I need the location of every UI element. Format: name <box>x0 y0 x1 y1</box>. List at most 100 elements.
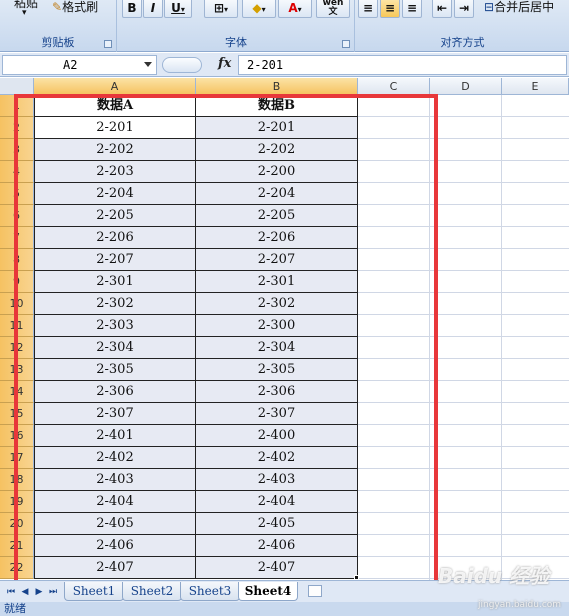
cell-b11[interactable]: 2-300 <box>196 315 358 337</box>
last-sheet-icon[interactable]: ⏭ <box>48 586 58 598</box>
cell-a18[interactable]: 2-403 <box>34 469 196 491</box>
cell-a13[interactable]: 2-305 <box>34 359 196 381</box>
cell-b9[interactable]: 2-301 <box>196 271 358 293</box>
merge-center-button[interactable]: ⊟合并后居中 <box>484 0 554 15</box>
cell-b18[interactable]: 2-403 <box>196 469 358 491</box>
cell-b22[interactable]: 2-407 <box>196 557 358 579</box>
cell-a3[interactable]: 2-202 <box>34 139 196 161</box>
cell-b12[interactable]: 2-304 <box>196 337 358 359</box>
formula-splitter[interactable] <box>162 57 202 73</box>
format-painter-button[interactable]: ✎格式刷 <box>52 0 98 15</box>
increase-indent-button[interactable]: ⇥ <box>454 0 474 18</box>
row-header-6[interactable]: 6 <box>0 205 34 227</box>
row-header-12[interactable]: 12 <box>0 337 34 359</box>
formula-input[interactable]: 2-201 <box>238 55 567 75</box>
cell-b6[interactable]: 2-205 <box>196 205 358 227</box>
row-header-14[interactable]: 14 <box>0 381 34 403</box>
cell-b7[interactable]: 2-206 <box>196 227 358 249</box>
cell-a9[interactable]: 2-301 <box>34 271 196 293</box>
insert-function-icon[interactable]: fx <box>218 56 231 71</box>
row-header-13[interactable]: 13 <box>0 359 34 381</box>
cell-b20[interactable]: 2-405 <box>196 513 358 535</box>
first-sheet-icon[interactable]: ⏮ <box>6 586 16 598</box>
row-header-18[interactable]: 18 <box>0 469 34 491</box>
row-header-21[interactable]: 21 <box>0 535 34 557</box>
sheet-tab-sheet2[interactable]: Sheet2 <box>122 582 182 601</box>
cell-a7[interactable]: 2-206 <box>34 227 196 249</box>
row-header-5[interactable]: 5 <box>0 183 34 205</box>
row-header-9[interactable]: 9 <box>0 271 34 293</box>
row-header-20[interactable]: 20 <box>0 513 34 535</box>
row-header-16[interactable]: 16 <box>0 425 34 447</box>
cell-a21[interactable]: 2-406 <box>34 535 196 557</box>
cell-a22[interactable]: 2-407 <box>34 557 196 579</box>
cell-b2[interactable]: 2-201 <box>196 117 358 139</box>
cell-a14[interactable]: 2-306 <box>34 381 196 403</box>
cell-a17[interactable]: 2-402 <box>34 447 196 469</box>
sheet-tab-sheet4[interactable]: Sheet4 <box>238 582 298 601</box>
cell-a4[interactable]: 2-203 <box>34 161 196 183</box>
bold-button[interactable]: B <box>122 0 142 18</box>
cell-a5[interactable]: 2-204 <box>34 183 196 205</box>
font-color-button[interactable]: A▾ <box>278 0 312 18</box>
column-header-d[interactable]: D <box>430 78 502 95</box>
cell-b8[interactable]: 2-207 <box>196 249 358 271</box>
row-header-7[interactable]: 7 <box>0 227 34 249</box>
cell-a19[interactable]: 2-404 <box>34 491 196 513</box>
cell-b4[interactable]: 2-200 <box>196 161 358 183</box>
insert-sheet-icon[interactable] <box>308 585 322 597</box>
row-header-19[interactable]: 19 <box>0 491 34 513</box>
align-left-button[interactable]: ≡ <box>358 0 378 18</box>
cell-b5[interactable]: 2-204 <box>196 183 358 205</box>
cell-a20[interactable]: 2-405 <box>34 513 196 535</box>
next-sheet-icon[interactable]: ▶ <box>34 586 44 598</box>
align-center-button[interactable]: ≡ <box>380 0 400 18</box>
cell-b15[interactable]: 2-307 <box>196 403 358 425</box>
cell-a10[interactable]: 2-302 <box>34 293 196 315</box>
align-right-button[interactable]: ≡ <box>402 0 422 18</box>
worksheet-grid[interactable]: A B C D E 1 数据A 数据B 2 2-201 2-201 3 2-202 2-202 4 2-203… <box>0 78 569 580</box>
header-cell-a[interactable]: 数据A <box>34 95 196 117</box>
cell-a16[interactable]: 2-401 <box>34 425 196 447</box>
column-header-a[interactable]: A <box>34 78 196 95</box>
cell-a6[interactable]: 2-205 <box>34 205 196 227</box>
select-all-corner[interactable] <box>0 78 34 95</box>
name-box[interactable]: A2 <box>2 55 157 75</box>
header-cell-b[interactable]: 数据B <box>196 95 358 117</box>
name-box-dropdown-icon[interactable] <box>144 62 152 67</box>
cell-b10[interactable]: 2-302 <box>196 293 358 315</box>
borders-button[interactable]: ⊞▾ <box>204 0 238 18</box>
phonetic-button[interactable]: wén 文 <box>316 0 350 18</box>
font-launcher-icon[interactable] <box>342 40 350 48</box>
cell-a2[interactable]: 2-201 <box>34 117 196 139</box>
row-header-3[interactable]: 3 <box>0 139 34 161</box>
column-header-e[interactable]: E <box>502 78 569 95</box>
column-header-b[interactable]: B <box>196 78 358 95</box>
sheet-tab-sheet1[interactable]: Sheet1 <box>64 582 124 601</box>
cell-a12[interactable]: 2-304 <box>34 337 196 359</box>
underline-button[interactable]: U▾ <box>164 0 192 18</box>
row-header-1[interactable]: 1 <box>0 95 34 117</box>
cell-b16[interactable]: 2-400 <box>196 425 358 447</box>
row-header-11[interactable]: 11 <box>0 315 34 337</box>
row-header-8[interactable]: 8 <box>0 249 34 271</box>
cell-b19[interactable]: 2-404 <box>196 491 358 513</box>
cell-b21[interactable]: 2-406 <box>196 535 358 557</box>
cell-a8[interactable]: 2-207 <box>34 249 196 271</box>
row-header-4[interactable]: 4 <box>0 161 34 183</box>
row-header-15[interactable]: 15 <box>0 403 34 425</box>
cell-a11[interactable]: 2-303 <box>34 315 196 337</box>
cell-b13[interactable]: 2-305 <box>196 359 358 381</box>
cell-b3[interactable]: 2-202 <box>196 139 358 161</box>
row-header-22[interactable]: 22 <box>0 557 34 579</box>
column-header-c[interactable]: C <box>358 78 430 95</box>
cell-b17[interactable]: 2-402 <box>196 447 358 469</box>
prev-sheet-icon[interactable]: ◀ <box>20 586 30 598</box>
row-header-2[interactable]: 2 <box>0 117 34 139</box>
cell-b14[interactable]: 2-306 <box>196 381 358 403</box>
paste-dropdown-icon[interactable]: ▾ <box>22 8 27 18</box>
sheet-tab-sheet3[interactable]: Sheet3 <box>180 582 240 601</box>
decrease-indent-button[interactable]: ⇤ <box>432 0 452 18</box>
cell-a15[interactable]: 2-307 <box>34 403 196 425</box>
row-header-10[interactable]: 10 <box>0 293 34 315</box>
